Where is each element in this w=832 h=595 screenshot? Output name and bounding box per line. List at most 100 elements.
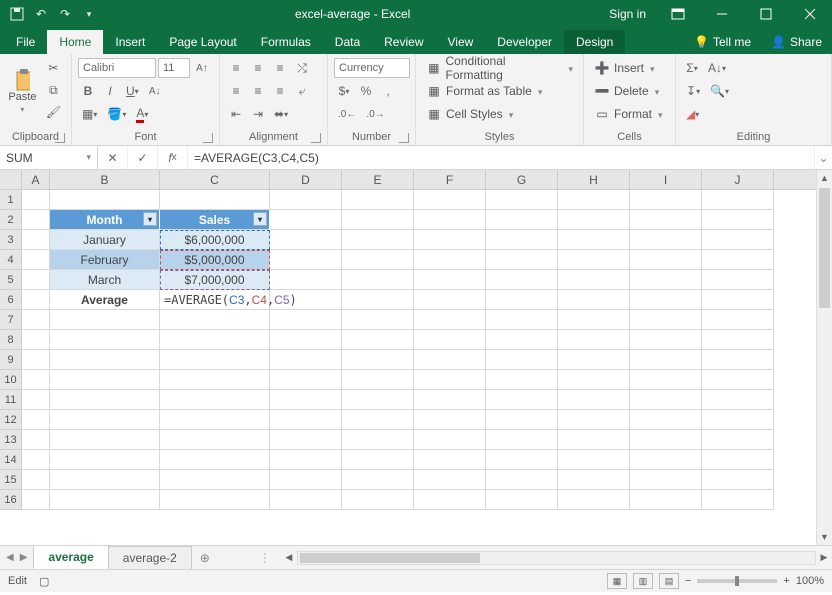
- cell-I3[interactable]: [630, 230, 702, 250]
- clear-icon[interactable]: ◢▾: [682, 104, 703, 124]
- find-select-icon[interactable]: 🔍▾: [706, 81, 733, 101]
- cell-H9[interactable]: [558, 350, 630, 370]
- cell-C11[interactable]: [160, 390, 270, 410]
- cell-D2[interactable]: [270, 210, 342, 230]
- cell-G16[interactable]: [486, 490, 558, 510]
- row-header-16[interactable]: 16: [0, 490, 21, 510]
- cell-G12[interactable]: [486, 410, 558, 430]
- cell-G11[interactable]: [486, 390, 558, 410]
- delete-cells-button[interactable]: ➖Delete: [590, 81, 669, 101]
- cell-G5[interactable]: [486, 270, 558, 290]
- cell-C16[interactable]: [160, 490, 270, 510]
- cell-F2[interactable]: [414, 210, 486, 230]
- cell-I15[interactable]: [630, 470, 702, 490]
- close-icon[interactable]: [788, 0, 832, 28]
- cell-E10[interactable]: [342, 370, 414, 390]
- cell-H13[interactable]: [558, 430, 630, 450]
- cell-I12[interactable]: [630, 410, 702, 430]
- cell-B13[interactable]: [50, 430, 160, 450]
- sheet-next-icon[interactable]: ▶: [20, 552, 28, 563]
- cell-F16[interactable]: [414, 490, 486, 510]
- cell-B7[interactable]: [50, 310, 160, 330]
- row-header-13[interactable]: 13: [0, 430, 21, 450]
- column-header-J[interactable]: J: [702, 170, 774, 189]
- cell-D15[interactable]: [270, 470, 342, 490]
- cell-B2[interactable]: Month▾: [50, 210, 160, 230]
- cell-H11[interactable]: [558, 390, 630, 410]
- format-painter-button[interactable]: 🖌: [42, 102, 65, 122]
- formula-input[interactable]: =AVERAGE(C3,C4,C5): [188, 146, 814, 169]
- column-header-F[interactable]: F: [414, 170, 486, 189]
- cell-C7[interactable]: [160, 310, 270, 330]
- tell-me-search[interactable]: 💡Tell me: [684, 30, 761, 54]
- cell-G2[interactable]: [486, 210, 558, 230]
- cell-H16[interactable]: [558, 490, 630, 510]
- cell-D1[interactable]: [270, 190, 342, 210]
- cell-B12[interactable]: [50, 410, 160, 430]
- cell-styles-button[interactable]: ▦Cell Styles: [422, 104, 577, 124]
- fx-icon[interactable]: fx: [158, 146, 188, 169]
- format-cells-button[interactable]: ▭Format: [590, 104, 669, 124]
- underline-button[interactable]: U▾: [122, 81, 143, 101]
- italic-button[interactable]: I: [100, 81, 120, 101]
- cell-I16[interactable]: [630, 490, 702, 510]
- horizontal-scrollbar[interactable]: ⋮ ◀ ▶: [259, 546, 832, 569]
- cell-J7[interactable]: [702, 310, 774, 330]
- cell-H15[interactable]: [558, 470, 630, 490]
- zoom-out-icon[interactable]: −: [685, 575, 691, 587]
- decrease-font-icon[interactable]: A↓: [145, 81, 165, 101]
- cell-D5[interactable]: [270, 270, 342, 290]
- cell-D14[interactable]: [270, 450, 342, 470]
- cell-D7[interactable]: [270, 310, 342, 330]
- cell-I10[interactable]: [630, 370, 702, 390]
- cell-G3[interactable]: [486, 230, 558, 250]
- cell-F12[interactable]: [414, 410, 486, 430]
- cell-B16[interactable]: [50, 490, 160, 510]
- cell-F7[interactable]: [414, 310, 486, 330]
- cell-B3[interactable]: January: [50, 230, 160, 250]
- cell-H3[interactable]: [558, 230, 630, 250]
- cell-E12[interactable]: [342, 410, 414, 430]
- scroll-down-icon[interactable]: ▼: [817, 529, 832, 545]
- cell-B6[interactable]: Average: [50, 290, 160, 310]
- cell-C2[interactable]: Sales▾: [160, 210, 270, 230]
- row-header-6[interactable]: 6: [0, 290, 21, 310]
- cell-E2[interactable]: [342, 210, 414, 230]
- copy-button[interactable]: ⧉: [42, 80, 65, 100]
- cell-D12[interactable]: [270, 410, 342, 430]
- cell-B14[interactable]: [50, 450, 160, 470]
- cell-D8[interactable]: [270, 330, 342, 350]
- borders-button[interactable]: ▦▾: [78, 104, 101, 124]
- cell-J6[interactable]: [702, 290, 774, 310]
- align-middle-icon[interactable]: ≡: [248, 58, 268, 78]
- format-as-table-button[interactable]: ▦Format as Table: [422, 81, 577, 101]
- cell-G13[interactable]: [486, 430, 558, 450]
- column-header-E[interactable]: E: [342, 170, 414, 189]
- cell-H1[interactable]: [558, 190, 630, 210]
- cell-B4[interactable]: February: [50, 250, 160, 270]
- cell-D13[interactable]: [270, 430, 342, 450]
- cell-J3[interactable]: [702, 230, 774, 250]
- cell-B9[interactable]: [50, 350, 160, 370]
- column-headers[interactable]: ABCDEFGHIJ: [22, 170, 816, 190]
- tab-page-layout[interactable]: Page Layout: [157, 30, 248, 54]
- cell-I14[interactable]: [630, 450, 702, 470]
- cell-A5[interactable]: [22, 270, 50, 290]
- cell-G6[interactable]: [486, 290, 558, 310]
- cell-C10[interactable]: [160, 370, 270, 390]
- select-all-button[interactable]: [0, 170, 22, 190]
- autosum-icon[interactable]: Σ▾: [682, 58, 702, 78]
- fill-icon[interactable]: ↧▾: [682, 81, 704, 101]
- column-header-B[interactable]: B: [50, 170, 160, 189]
- new-sheet-button[interactable]: ⊕: [191, 546, 219, 569]
- cell-H4[interactable]: [558, 250, 630, 270]
- cell-J9[interactable]: [702, 350, 774, 370]
- zoom-control[interactable]: − + 100%: [685, 575, 824, 587]
- row-header-15[interactable]: 15: [0, 470, 21, 490]
- align-right-icon[interactable]: ≡: [270, 81, 290, 101]
- align-top-icon[interactable]: ≡: [226, 58, 246, 78]
- increase-font-icon[interactable]: A↑: [192, 58, 212, 78]
- cell-C13[interactable]: [160, 430, 270, 450]
- page-layout-view-icon[interactable]: ▥: [633, 573, 653, 589]
- cell-F10[interactable]: [414, 370, 486, 390]
